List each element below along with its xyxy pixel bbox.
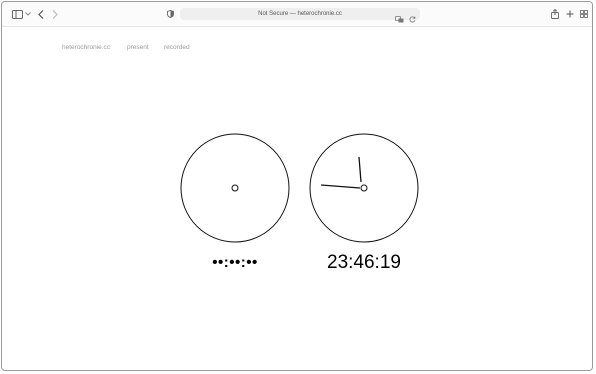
browser-window: Not Secure — heterochronie.cc heterochro… [1,1,593,371]
address-bar[interactable]: Not Secure — heterochronie.cc [180,8,420,23]
sidebar-toggle-icon[interactable] [11,7,23,21]
clock-center-pin [231,184,239,192]
forward-icon[interactable] [51,7,59,21]
reload-icon[interactable] [409,10,416,28]
clock-left-readout: ••:••:•• [212,254,258,271]
clock-hour-hand [358,156,362,183]
share-icon[interactable] [550,7,560,21]
nav-link-recorded[interactable]: recorded [164,43,190,53]
privacy-shield-icon[interactable] [166,7,174,21]
browser-toolbar: Not Secure — heterochronie.cc [2,2,592,27]
clock-left [180,133,290,243]
site-nav: heterochronie.cc present recorded [2,43,592,53]
address-text: Not Secure — heterochronie.cc [258,11,342,17]
clock-right-readout: 23:46:19 [327,252,401,273]
nav-link-home[interactable]: heterochronie.cc [62,43,110,53]
translate-icon[interactable] [395,10,404,28]
clock-minute-hand [320,184,361,189]
clock-center-pin [360,184,368,192]
clock-right [309,133,419,243]
back-icon[interactable] [37,7,45,21]
tab-overview-icon[interactable] [579,7,589,21]
chevron-down-icon[interactable] [24,7,32,21]
nav-link-present[interactable]: present [127,43,149,53]
new-tab-icon[interactable] [565,7,575,21]
